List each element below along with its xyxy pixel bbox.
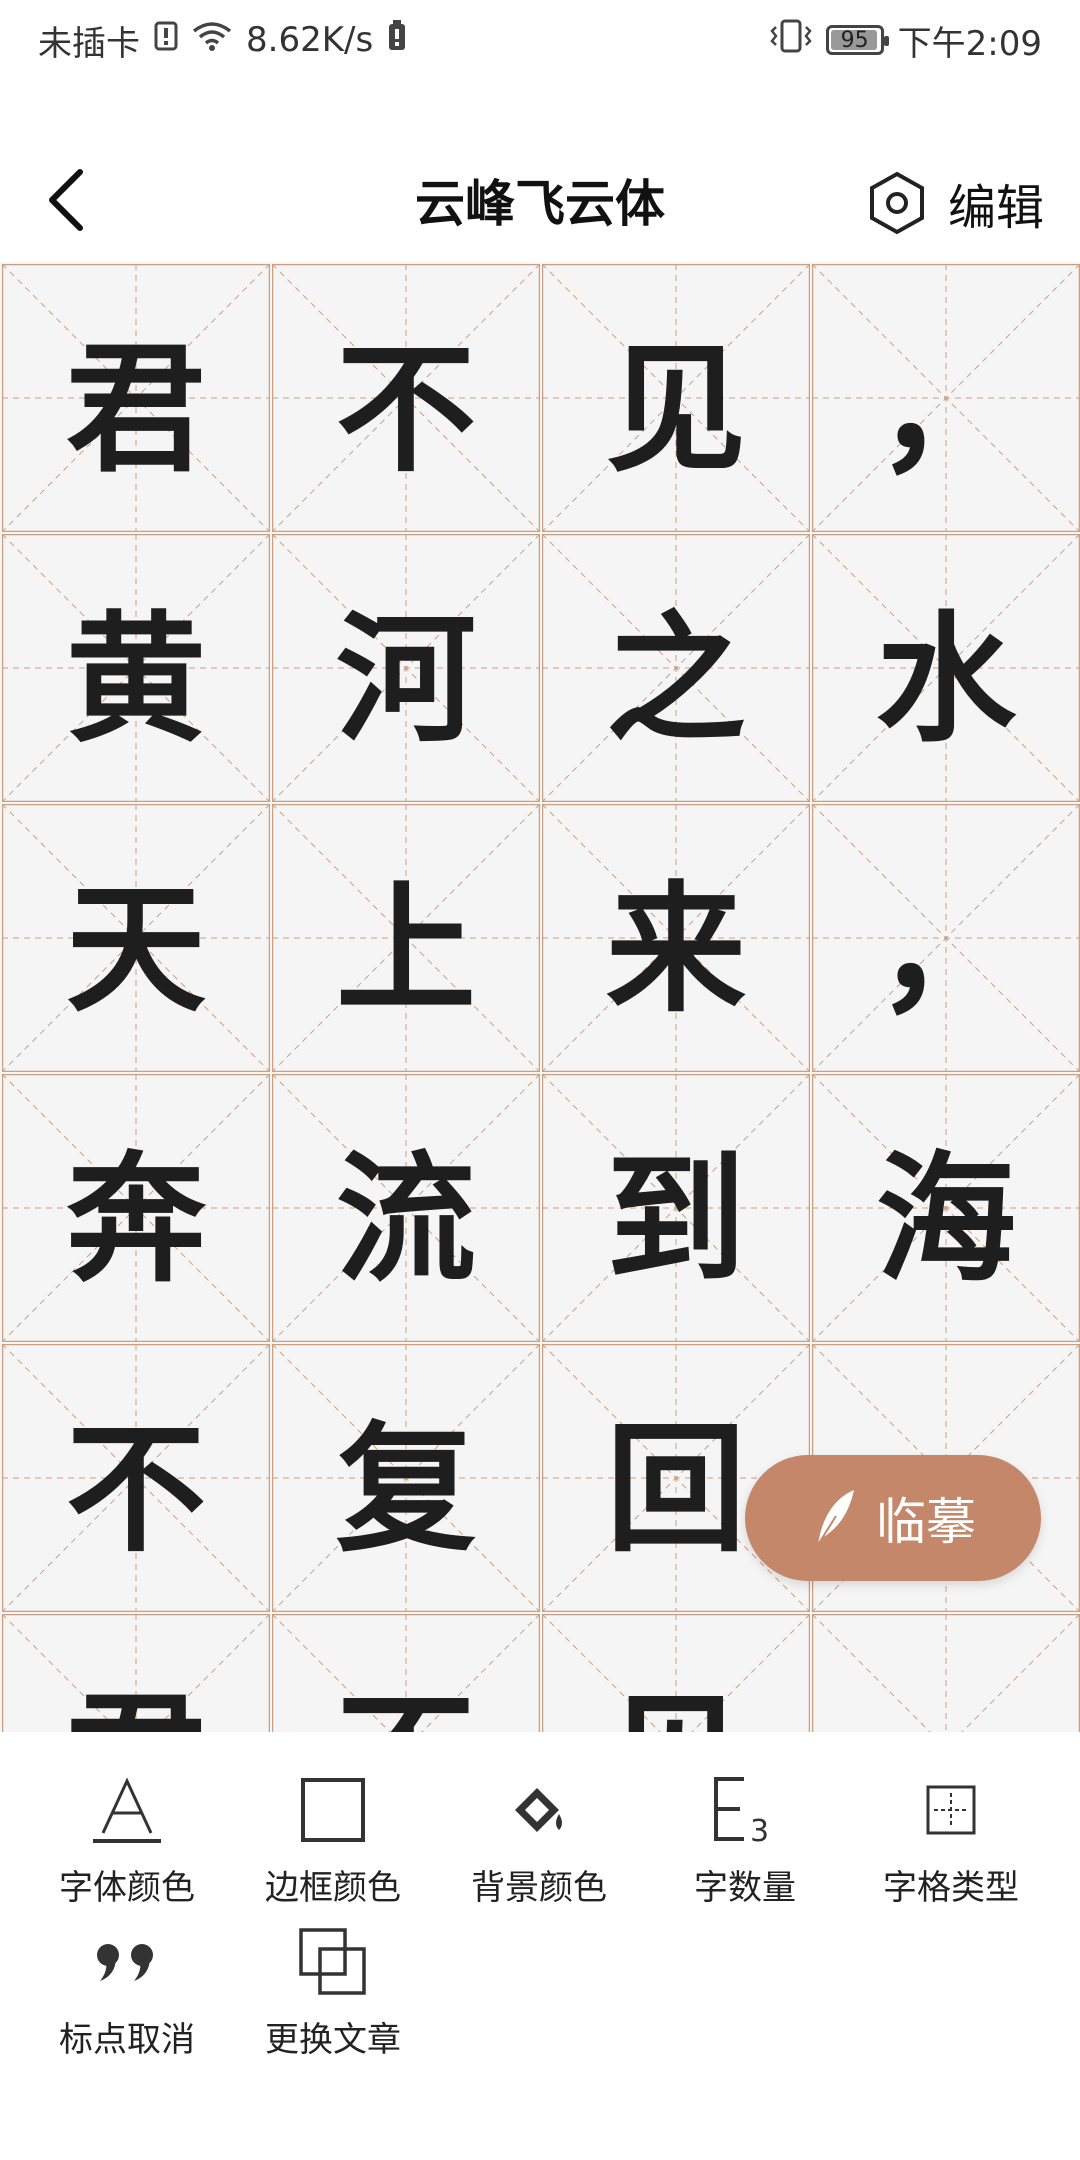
char-count-tool[interactable]: 3 字数量 [642, 1770, 848, 1909]
wifi-icon [192, 20, 232, 60]
grid-cell: 到 [542, 1074, 810, 1342]
grid-cell [812, 1614, 1080, 1732]
calligraphy-char: ， [875, 868, 1016, 1032]
calligraphy-char: 君 [65, 328, 206, 492]
grid-cell: 不 [272, 1614, 540, 1732]
storage-alert-icon [387, 19, 407, 61]
carrier-text: 未插卡 [38, 23, 140, 64]
calligraphy-char: 上 [335, 868, 476, 1032]
grid-cell: 见 [542, 264, 810, 532]
border-color-icon [301, 1778, 365, 1842]
net-speed: 8.62K/s [246, 20, 374, 60]
edit-button[interactable]: 编辑 [868, 168, 1044, 238]
change-article-label: 更换文章 [265, 2020, 401, 2060]
copy-trace-button[interactable]: 临摹 [745, 1455, 1041, 1581]
background-color-label: 背景颜色 [471, 1868, 607, 1908]
font-color-tool[interactable]: 字体颜色 [24, 1770, 230, 1909]
grid-type-icon [926, 1785, 976, 1835]
border-color-label: 边框颜色 [265, 1868, 401, 1908]
calligraphy-char: 见 [542, 1614, 810, 1732]
edit-label: 编辑 [947, 180, 1044, 236]
grid-cell: 黄 [2, 534, 270, 802]
calligraphy-char: 河 [335, 598, 476, 762]
change-article-tool[interactable]: 更换文章 [230, 1922, 436, 2061]
calligraphy-char: 海 [875, 1138, 1016, 1302]
calligraphy-char: 到 [605, 1138, 746, 1302]
calligraphy-char: 黄 [65, 598, 206, 762]
overlap-squares-icon [299, 1928, 366, 1995]
calligraphy-char: 君 [2, 1614, 270, 1732]
grid-cell: 复 [272, 1344, 540, 1612]
background-color-tool[interactable]: 背景颜色 [436, 1770, 642, 1909]
grid-cell: 奔 [2, 1074, 270, 1342]
calligraphy-char: 奔 [65, 1138, 206, 1302]
grid-cell: 不 [2, 1344, 270, 1612]
char-count-icon: 3 [714, 1777, 769, 1845]
feather-icon [815, 1490, 854, 1549]
punctuation-toggle-label: 标点取消 [59, 2020, 195, 2060]
grid-cell: 河 [272, 534, 540, 802]
calligraphy-char: 复 [335, 1408, 476, 1572]
battery-icon: 95 [825, 25, 889, 55]
calligraphy-char: 不 [65, 1408, 206, 1572]
grid-cell: 水 [812, 534, 1080, 802]
app-header: 云峰飞云体 编辑 [0, 140, 1080, 260]
font-color-icon [93, 1777, 161, 1843]
calligraphy-char: 不 [335, 328, 476, 492]
grid-cell: 君 [2, 264, 270, 532]
calligraphy-char: 天 [65, 868, 206, 1032]
grid-type-tool[interactable]: 字格类型 [848, 1770, 1054, 1909]
grid-cell: 海 [812, 1074, 1080, 1342]
grid-cell: 流 [272, 1074, 540, 1342]
grid-cell: 之 [542, 534, 810, 802]
char-count-label: 字数量 [694, 1868, 796, 1908]
grid-type-label: 字格类型 [883, 1868, 1019, 1908]
copy-trace-label: 临摹 [876, 1493, 976, 1551]
calligraphy-char: ， [875, 328, 1016, 492]
grid-cell: 来 [542, 804, 810, 1072]
calligraphy-char: 流 [335, 1138, 476, 1302]
grid-cell: 上 [272, 804, 540, 1072]
grid-cell: ， [812, 264, 1080, 532]
vibrate-icon [769, 19, 812, 62]
svg-text:3: 3 [750, 1814, 769, 1845]
clock-time: 下午2:09 [897, 23, 1042, 64]
grid-cell: 不 [272, 264, 540, 532]
calligraphy-char: 不 [272, 1614, 540, 1732]
bottom-toolbar: 字体颜色 边框颜色 背景颜色 3 字数量 字格类型 标点取消 更换文章 [0, 1732, 1080, 2160]
calligraphy-char: 见 [605, 328, 746, 492]
quote-icon [97, 1944, 153, 1981]
grid-cell: ， [812, 804, 1080, 1072]
calligraphy-char: 水 [875, 598, 1016, 762]
settings-hexagon-icon [869, 171, 924, 235]
punctuation-toggle-tool[interactable]: 标点取消 [24, 1922, 230, 2061]
grid-cell: 君 [2, 1614, 270, 1732]
calligraphy-char: 之 [605, 598, 746, 762]
paint-bucket-icon [515, 1788, 562, 1832]
calligraphy-char [812, 1614, 1080, 1732]
border-color-tool[interactable]: 边框颜色 [230, 1770, 436, 1909]
font-color-label: 字体颜色 [59, 1868, 195, 1908]
status-bar: 未插卡 8.62K/s 95 下午2:09 [0, 0, 1080, 80]
grid-cell: 见 [542, 1614, 810, 1732]
sim-alert-icon [154, 20, 178, 60]
calligraphy-char: 来 [605, 868, 746, 1032]
grid-cell: 天 [2, 804, 270, 1072]
